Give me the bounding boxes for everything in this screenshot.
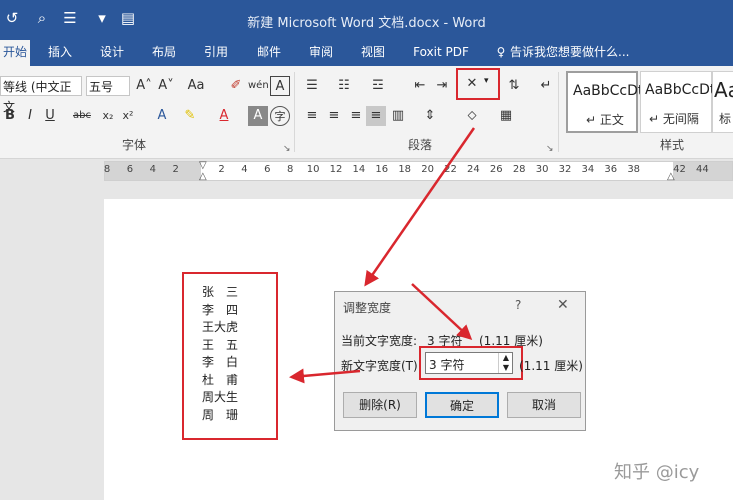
arrow-to-dialog: [364, 127, 476, 287]
arrow-to-width-field: [411, 283, 473, 341]
annotation-arrows: [289, 127, 476, 384]
arrow-to-name-list: [289, 368, 361, 384]
watermark: 知乎 @icy: [614, 462, 700, 483]
